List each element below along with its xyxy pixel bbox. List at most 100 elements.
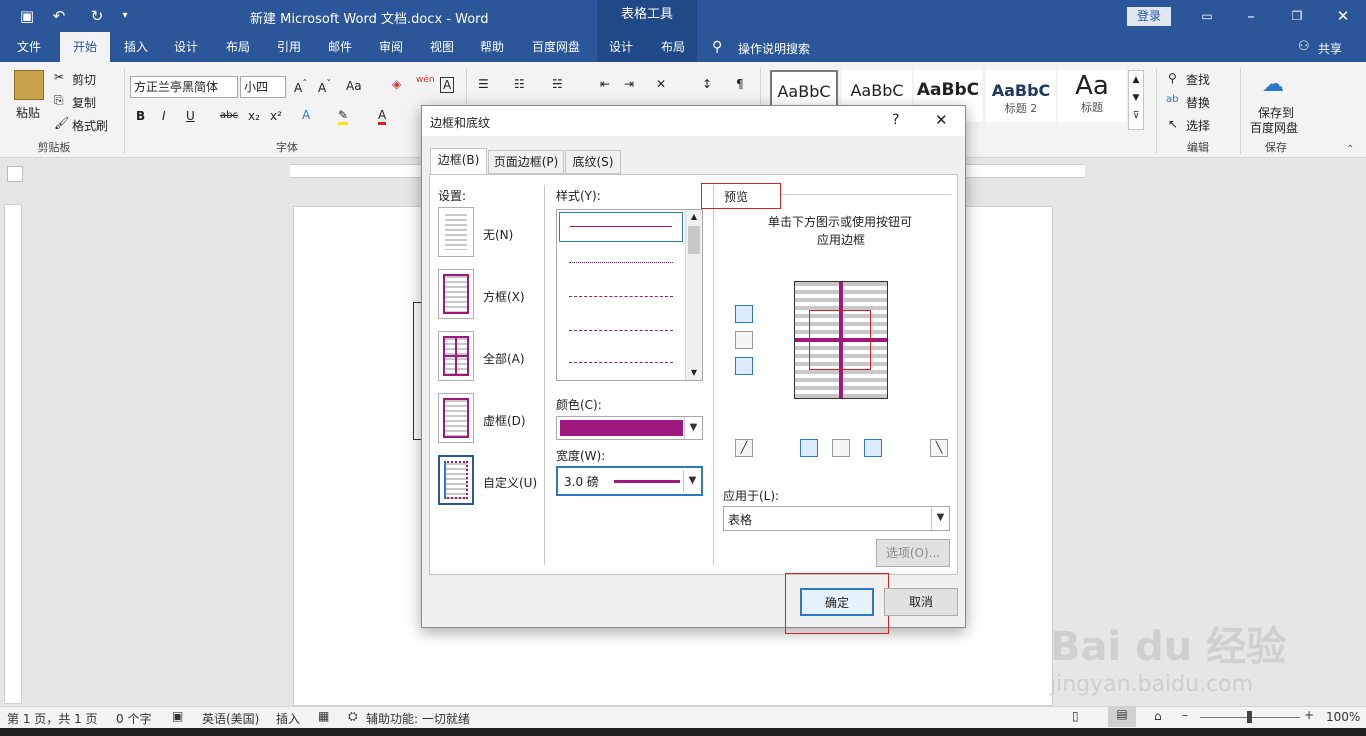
bullets-icon[interactable]: ☰: [478, 77, 489, 91]
dialog-close-button[interactable]: ✕: [935, 111, 948, 129]
width-select[interactable]: 3.0 磅 ▼: [556, 466, 703, 496]
setting-none-icon[interactable]: [438, 207, 474, 257]
setting-box-label[interactable]: 方框(X): [483, 288, 525, 305]
zoom-out-icon[interactable]: –: [1182, 708, 1188, 722]
cancel-button[interactable]: 取消: [884, 588, 958, 616]
tab-design[interactable]: 设计: [164, 32, 208, 62]
ribbon-display-icon[interactable]: ▭: [1196, 6, 1218, 26]
accessibility-status[interactable]: 辅助功能: 一切就绪: [366, 710, 470, 727]
zoom-slider-thumb[interactable]: [1247, 711, 1252, 723]
line-style-dashed-small[interactable]: [569, 296, 673, 297]
ok-button[interactable]: 确定: [800, 588, 874, 616]
close-icon[interactable]: ✕: [1332, 6, 1354, 26]
setting-none-label[interactable]: 无(N): [483, 226, 513, 243]
strikethrough-icon[interactable]: abc: [220, 110, 238, 121]
web-layout-icon[interactable]: ⌂: [1154, 709, 1162, 723]
tab-mailings[interactable]: 邮件: [318, 32, 362, 62]
tab-review[interactable]: 审阅: [369, 32, 413, 62]
sort-icon[interactable]: ↕: [702, 77, 712, 91]
format-painter-button[interactable]: 格式刷: [72, 117, 108, 134]
chevron-down-icon[interactable]: ▼: [931, 507, 949, 530]
setting-box-icon[interactable]: [438, 269, 474, 319]
page-count[interactable]: 第 1 页，共 1 页: [7, 710, 98, 727]
login-button[interactable]: 登录: [1127, 7, 1171, 26]
change-case-icon[interactable]: Aa: [346, 79, 362, 93]
font-size-select[interactable]: 小四: [240, 76, 286, 98]
zoom-level[interactable]: 100%: [1326, 710, 1360, 724]
tab-layout[interactable]: 布局: [216, 32, 260, 62]
cut-button[interactable]: 剪切: [72, 71, 96, 88]
preview-diagram[interactable]: [794, 281, 888, 399]
phonetic-icon[interactable]: wén: [416, 75, 435, 85]
vertical-ruler[interactable]: [4, 204, 22, 704]
paste-label[interactable]: 粘贴: [16, 104, 40, 121]
grow-font-icon[interactable]: Aˆ: [294, 79, 307, 95]
decrease-indent-icon[interactable]: ⇤: [600, 77, 610, 91]
proofing-icon[interactable]: ▣: [172, 709, 183, 723]
tab-insert[interactable]: 插入: [114, 32, 158, 62]
undo-icon[interactable]: ↶: [48, 6, 70, 26]
tab-view[interactable]: 视图: [420, 32, 464, 62]
line-style-dashed[interactable]: [569, 330, 673, 331]
multilevel-icon[interactable]: ☵: [552, 77, 563, 91]
tab-file[interactable]: 文件: [6, 32, 52, 62]
read-mode-icon[interactable]: ▯: [1072, 709, 1079, 723]
text-effects-icon[interactable]: A: [302, 108, 310, 122]
style-heading-2[interactable]: AaBbC 标题 2: [986, 70, 1056, 122]
tab-borders[interactable]: 边框(B): [430, 148, 487, 175]
inside-horizontal-border-button[interactable]: [735, 331, 753, 349]
select-button[interactable]: 选择: [1186, 117, 1210, 134]
setting-custom-label[interactable]: 自定义(U): [483, 474, 537, 491]
style-list-scrollbar[interactable]: ▲ ▼: [685, 210, 702, 380]
tab-help[interactable]: 帮助: [470, 32, 514, 62]
copy-button[interactable]: 复制: [72, 94, 96, 111]
style-title[interactable]: Aa 标题: [1058, 70, 1126, 122]
show-marks-icon[interactable]: ¶: [736, 77, 744, 91]
clear-format-icon[interactable]: ◈: [392, 77, 401, 91]
minimize-icon[interactable]: –: [1240, 6, 1262, 26]
tab-shading[interactable]: 底纹(S): [565, 150, 621, 174]
diagonal-down-border-button[interactable]: ╲: [930, 439, 948, 457]
line-style-list[interactable]: ▲ ▼: [556, 209, 703, 381]
tab-references[interactable]: 引用: [267, 32, 311, 62]
chinese-layout-icon[interactable]: ✕: [656, 77, 666, 91]
print-layout-icon[interactable]: ▤: [1108, 707, 1136, 727]
line-style-dash-dot[interactable]: [569, 362, 673, 363]
chevron-down-icon[interactable]: ▼: [683, 470, 701, 492]
customize-qat-icon[interactable]: ▾: [114, 6, 136, 26]
right-border-button[interactable]: [864, 439, 882, 457]
subscript-icon[interactable]: x₂: [248, 109, 260, 123]
restore-icon[interactable]: ❐: [1286, 6, 1308, 26]
find-button[interactable]: 查找: [1186, 71, 1210, 88]
word-count[interactable]: 0 个字: [116, 710, 151, 727]
left-border-button[interactable]: [800, 439, 818, 457]
replace-button[interactable]: 替换: [1186, 94, 1210, 111]
collapse-ribbon-icon[interactable]: ⌃: [1346, 144, 1354, 155]
tab-page-border[interactable]: 页面边框(P): [488, 150, 564, 174]
insert-mode[interactable]: 插入: [276, 710, 300, 727]
tab-home[interactable]: 开始: [60, 32, 110, 62]
bottom-border-button[interactable]: [735, 357, 753, 375]
setting-custom-icon[interactable]: [438, 455, 474, 505]
tell-me-search[interactable]: 操作说明搜索: [738, 40, 810, 57]
redo-icon[interactable]: ↻: [86, 6, 108, 26]
inside-vertical-border-button[interactable]: [832, 439, 850, 457]
tab-table-layout[interactable]: 布局: [650, 32, 696, 62]
save-baidu-line2[interactable]: 百度网盘: [1250, 119, 1298, 136]
line-style-solid[interactable]: [559, 212, 683, 242]
apply-to-select[interactable]: 表格 ▼: [723, 506, 950, 531]
highlight-icon[interactable]: ✎: [338, 108, 349, 125]
top-border-button[interactable]: [735, 305, 753, 323]
baidu-cloud-icon[interactable]: ☁: [1262, 72, 1284, 97]
color-select[interactable]: ▼: [556, 416, 703, 440]
chevron-down-icon[interactable]: ▼: [684, 417, 702, 439]
setting-grid-icon[interactable]: [438, 393, 474, 443]
increase-indent-icon[interactable]: ⇥: [624, 77, 634, 91]
paste-icon[interactable]: [14, 70, 44, 100]
char-border-icon[interactable]: A: [440, 77, 455, 93]
styles-scroll[interactable]: ▲ ▼ ⊽: [1128, 70, 1144, 130]
options-button[interactable]: 选项(O)...: [876, 539, 950, 567]
setting-all-icon[interactable]: [438, 331, 474, 381]
tab-baidu-pan[interactable]: 百度网盘: [524, 32, 588, 62]
italic-icon[interactable]: I: [162, 109, 166, 123]
